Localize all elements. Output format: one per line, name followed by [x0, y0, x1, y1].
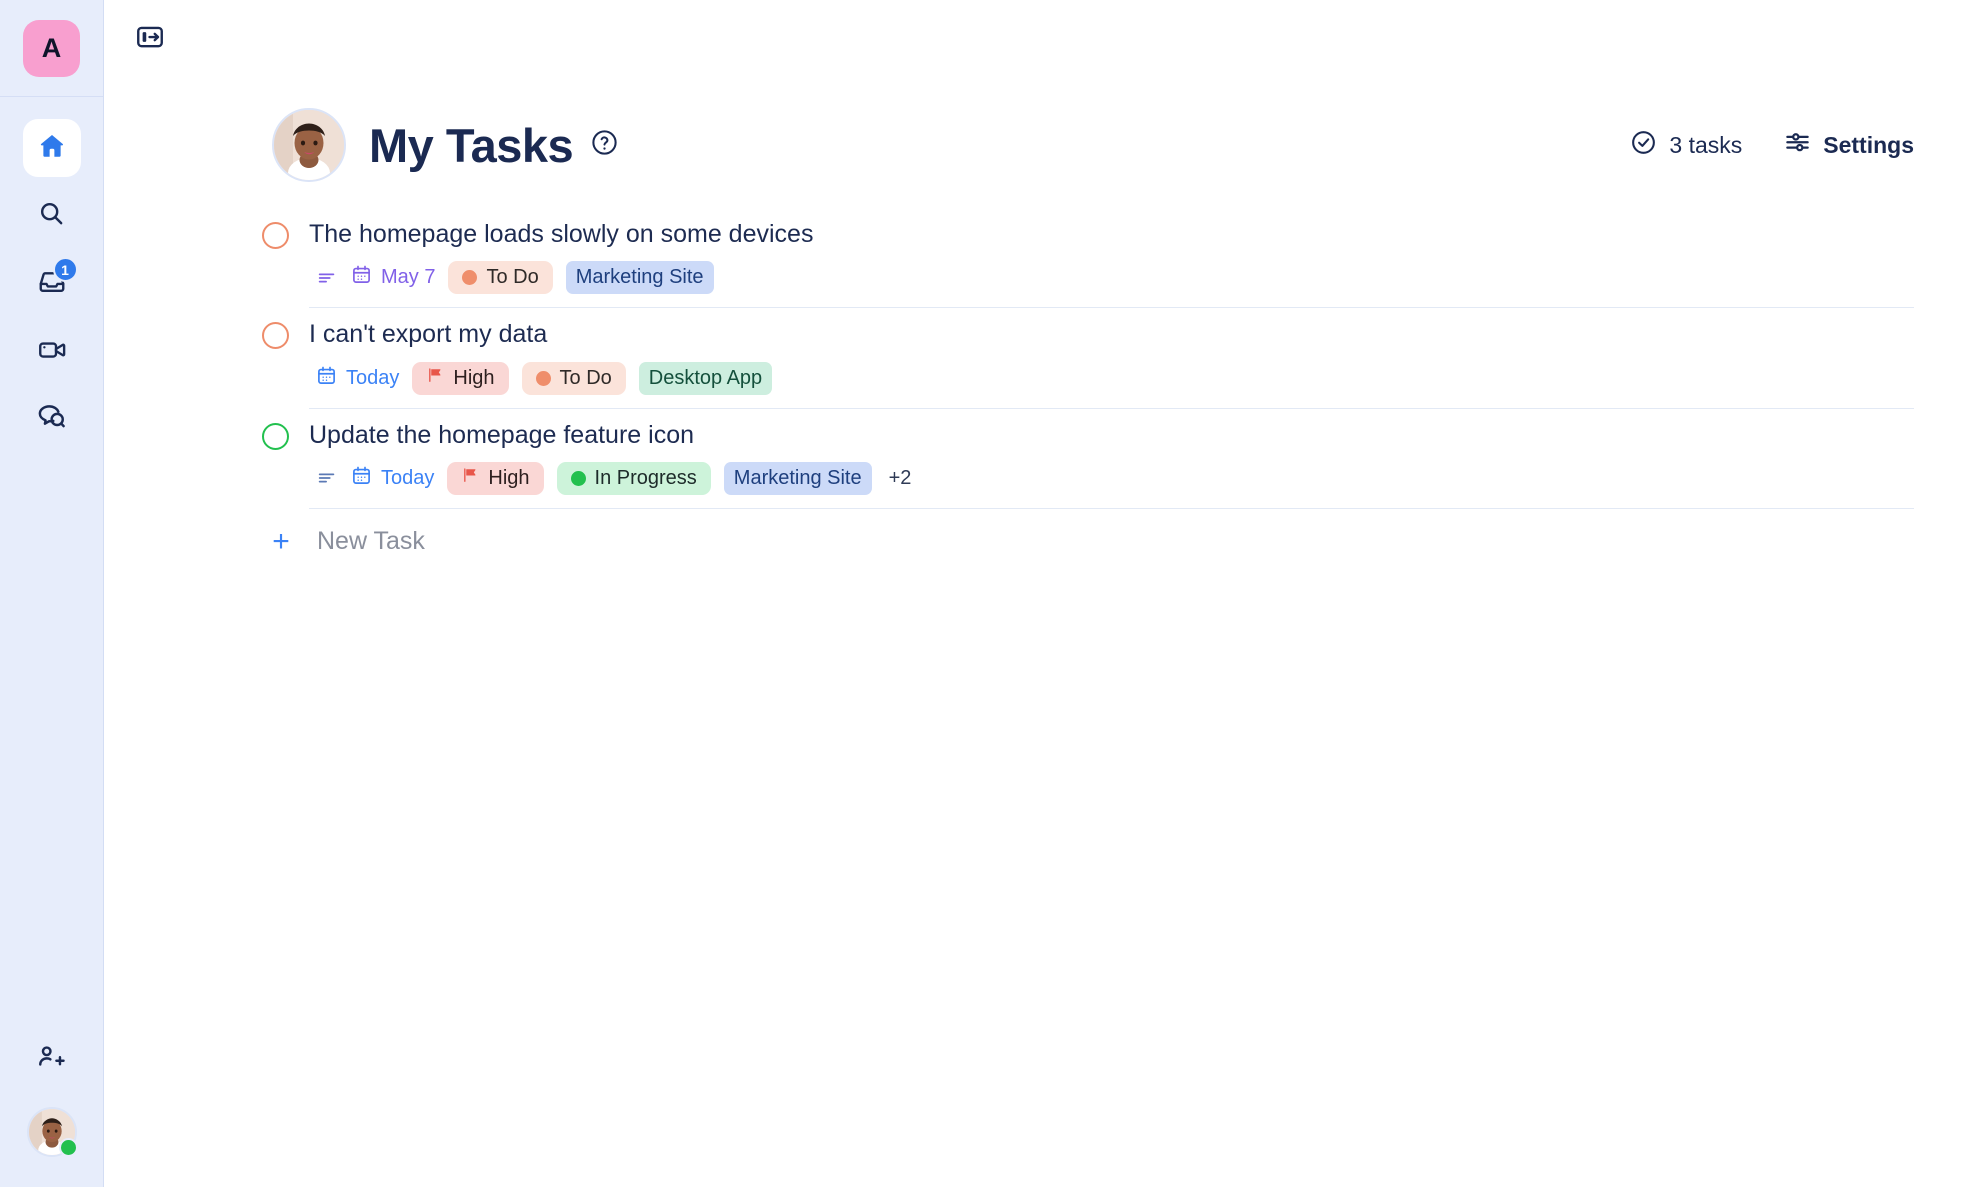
- task-meta: Today High: [309, 461, 1914, 495]
- description-icon: [316, 467, 338, 489]
- task-count-label: 3 tasks: [1669, 131, 1743, 158]
- settings-label: Settings: [1823, 131, 1914, 158]
- calendar-icon: [351, 465, 372, 492]
- status-dot-icon: [570, 470, 586, 486]
- sidebar-user-avatar[interactable]: [26, 1107, 78, 1157]
- sidebar-bottom: [23, 1031, 81, 1187]
- task-due-date[interactable]: Today: [351, 465, 434, 492]
- chat-search-icon: [36, 402, 67, 438]
- status-label: To Do: [559, 366, 612, 389]
- status-badge[interactable]: In Progress: [556, 461, 711, 495]
- add-people-icon: [36, 1042, 67, 1078]
- task-title: The homepage loads slowly on some device…: [309, 220, 814, 248]
- sidebar-item-recordings[interactable]: [23, 323, 81, 381]
- priority-badge[interactable]: High: [412, 361, 509, 395]
- status-badge[interactable]: To Do: [448, 261, 553, 295]
- priority-label: High: [453, 366, 495, 389]
- panel-expand-button[interactable]: [132, 21, 168, 57]
- project-tag[interactable]: Desktop App: [638, 361, 773, 395]
- header-actions: 3 tasks Settings: [1630, 129, 1914, 162]
- task-meta: May 7 To Do Marketing Site: [309, 261, 1914, 295]
- help-button[interactable]: [590, 128, 619, 162]
- workspace-header: A: [0, 0, 103, 97]
- search-icon: [37, 199, 66, 233]
- new-task-row[interactable]: + New Task: [104, 507, 1984, 577]
- task-title: I can't export my data: [309, 320, 548, 349]
- sidebar-nav: 1: [22, 97, 81, 449]
- flag-icon: [461, 466, 479, 490]
- header-user-avatar[interactable]: [272, 108, 346, 182]
- settings-button[interactable]: Settings: [1784, 129, 1914, 162]
- priority-badge[interactable]: High: [447, 461, 544, 495]
- main-content: My Tasks 3 tasks Settings The homepage l…: [104, 0, 1984, 1187]
- video-camera-icon: [37, 335, 67, 370]
- project-tag[interactable]: Marketing Site: [723, 461, 872, 495]
- sidebar-item-search[interactable]: [23, 187, 81, 245]
- task-checkbox[interactable]: [262, 422, 289, 450]
- panel-expand-icon: [135, 22, 165, 57]
- due-date-label: May 7: [381, 266, 436, 289]
- flag-icon: [426, 366, 444, 390]
- page-title: My Tasks: [369, 118, 574, 172]
- top-bar: [104, 0, 1984, 78]
- task-checkbox[interactable]: [262, 222, 289, 249]
- plus-icon: +: [272, 524, 290, 558]
- calendar-icon: [316, 365, 337, 392]
- due-date-label: Today: [381, 466, 435, 489]
- home-icon: [37, 131, 67, 166]
- project-tag[interactable]: Marketing Site: [565, 261, 714, 295]
- description-icon: [316, 267, 338, 289]
- table-row[interactable]: The homepage loads slowly on some device…: [104, 208, 1984, 307]
- app-root: A 1 My Tasks 3 tasks Settings The homepa…: [0, 0, 1984, 1187]
- task-count-button[interactable]: 3 tasks: [1630, 129, 1742, 162]
- status-label: In Progress: [594, 466, 697, 489]
- sidebar-item-home[interactable]: [22, 119, 81, 177]
- sidebar-item-invite-people[interactable]: [23, 1031, 81, 1089]
- inbox-badge: 1: [52, 257, 78, 282]
- status-badge[interactable]: To Do: [521, 361, 626, 395]
- task-list: The homepage loads slowly on some device…: [104, 202, 1984, 577]
- page-header: My Tasks 3 tasks Settings: [104, 100, 1984, 190]
- sidebar-item-inbox[interactable]: 1: [23, 255, 81, 313]
- new-task-label: New Task: [317, 527, 425, 556]
- question-mark-circle-icon: [590, 128, 619, 162]
- extra-tags-count[interactable]: +2: [889, 467, 912, 490]
- table-row[interactable]: I can't export my data Today High To Do …: [104, 307, 1984, 407]
- status-label: To Do: [486, 266, 539, 289]
- workspace-avatar[interactable]: A: [23, 19, 80, 77]
- left-sidebar: A 1: [0, 0, 104, 1187]
- check-circle-icon: [1630, 129, 1657, 162]
- status-dot-icon: [535, 370, 551, 386]
- task-checkbox[interactable]: [262, 322, 289, 350]
- due-date-label: Today: [346, 366, 400, 389]
- sliders-icon: [1784, 129, 1811, 162]
- priority-label: High: [488, 466, 530, 489]
- calendar-icon: [351, 264, 372, 291]
- status-dot-icon: [462, 270, 478, 286]
- sidebar-item-conversations[interactable]: [23, 391, 81, 449]
- task-due-date[interactable]: Today: [316, 365, 399, 392]
- task-due-date[interactable]: May 7: [351, 264, 435, 291]
- task-title: Update the homepage feature icon: [309, 420, 694, 449]
- online-status-dot: [58, 1138, 78, 1157]
- table-row[interactable]: Update the homepage feature icon Today H…: [104, 407, 1984, 508]
- task-meta: Today High: [309, 361, 1914, 395]
